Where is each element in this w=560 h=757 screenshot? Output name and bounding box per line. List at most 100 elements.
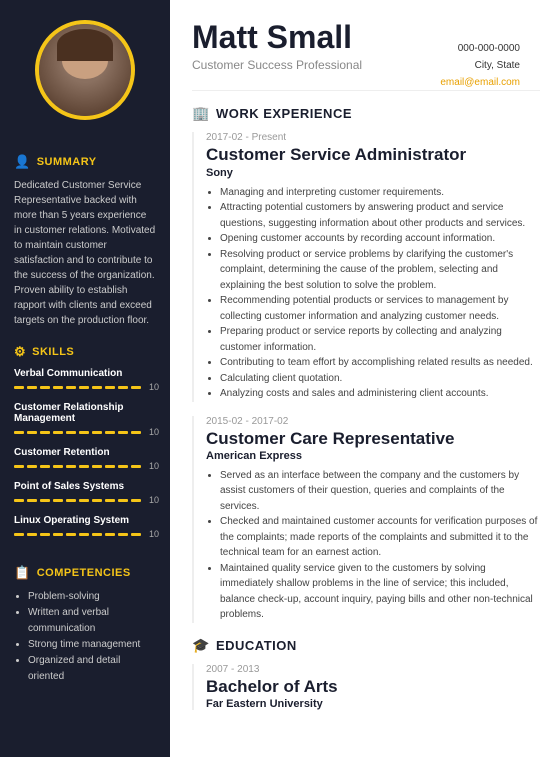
skills-list: Verbal Communication10 Customer Relations… [14,368,156,549]
job-block: 2015-02 - 2017-02 Customer Care Represen… [192,416,540,623]
job-company: Sony [206,167,540,179]
avatar-image [39,24,131,116]
skills-section-title: ⚙ SKILLS [14,344,156,360]
skill-bar: 10 [14,461,156,471]
phone: 000-000-0000 [440,40,520,57]
job-bullets: Served as an interface between the compa… [206,468,540,623]
education-icon: 🎓 [192,637,210,654]
competency-item: Organized and detail oriented [28,653,156,685]
skill-name: Point of Sales Systems [14,481,156,492]
skill-dot [14,465,24,468]
job-bullet: Served as an interface between the compa… [220,468,540,515]
skill-dot [40,431,50,434]
skill-dots [14,431,141,434]
job-bullet: Maintained quality service given to the … [220,561,540,623]
skill-dot [40,533,50,536]
job-block: 2017-02 - Present Customer Service Admin… [192,132,540,401]
skill-dot [40,499,50,502]
skill-dot [66,533,76,536]
skill-bar: 10 [14,427,156,437]
job-bullet: Contributing to team effort by accomplis… [220,355,540,371]
skill-dot [79,431,89,434]
job-bullet: Managing and interpreting customer requi… [220,185,540,201]
briefcase-icon: 🏢 [192,105,210,122]
edu-block: 2007 - 2013 Bachelor of Arts Far Eastern… [192,664,540,710]
skill-dot [27,533,37,536]
skill-item: Verbal Communication10 [14,368,156,392]
job-date: 2015-02 - 2017-02 [206,416,540,427]
job-company: American Express [206,450,540,462]
skills-icon: ⚙ [14,344,26,360]
skill-score: 10 [149,382,159,392]
summary-text: Dedicated Customer Service Representativ… [14,178,156,328]
skill-dot [53,386,63,389]
job-bullets: Managing and interpreting customer requi… [206,185,540,402]
skill-dot [79,533,89,536]
skill-dot [27,431,37,434]
skill-item: Customer Relationship Management 10 [14,402,156,437]
skill-bar: 10 [14,495,156,505]
skill-dot [92,533,102,536]
job-date: 2017-02 - Present [206,132,540,143]
skill-dot [66,499,76,502]
skill-dot [92,386,102,389]
summary-icon: 👤 [14,154,31,170]
edu-degree: Bachelor of Arts [206,677,540,697]
skill-name: Linux Operating System [14,515,156,526]
skill-dot [27,465,37,468]
skill-dot [66,431,76,434]
skill-dot [40,386,50,389]
skill-dot [53,431,63,434]
email: email@email.com [440,74,520,91]
skill-dots [14,386,141,389]
skill-dots [14,533,141,536]
skill-dot [118,431,128,434]
summary-section-title: 👤 SUMMARY [14,154,156,170]
job-bullet: Preparing product or service reports by … [220,324,540,355]
skill-dots [14,499,141,502]
skill-score: 10 [149,529,159,539]
skill-dot [79,465,89,468]
skill-dot [92,499,102,502]
avatar [35,20,135,120]
skill-dot [105,431,115,434]
competency-item: Written and verbal communication [28,605,156,637]
skill-item: Point of Sales Systems 10 [14,481,156,505]
skill-bar: 10 [14,382,156,392]
competencies-icon: 📋 [14,565,31,581]
skill-dot [14,499,24,502]
skill-dot [105,465,115,468]
skill-dot [118,386,128,389]
skill-dot [118,499,128,502]
skill-dot [66,465,76,468]
main-content: Matt Small Customer Success Professional… [170,0,560,757]
skill-score: 10 [149,461,159,471]
job-bullet: Opening customer accounts by recording a… [220,231,540,247]
education-title: 🎓 EDUCATION [192,637,540,654]
skill-dot [131,499,141,502]
skill-dot [105,533,115,536]
skill-dot [131,431,141,434]
skill-dot [118,533,128,536]
location: City, State [440,57,520,74]
competencies-list: Problem-solvingWritten and verbal commun… [14,589,156,685]
skill-dot [105,386,115,389]
job-bullet: Calculating client quotation. [220,371,540,387]
skill-name: Customer Retention [14,447,156,458]
contact-info: 000-000-0000 City, State email@email.com [440,40,520,91]
skill-name: Customer Relationship Management [14,402,156,424]
skill-dot [40,465,50,468]
skill-dot [92,465,102,468]
skill-item: Customer Retention 10 [14,447,156,471]
competency-item: Problem-solving [28,589,156,605]
skill-dot [131,533,141,536]
skill-dot [53,465,63,468]
skill-dot [92,431,102,434]
job-bullet: Resolving product or service problems by… [220,247,540,294]
job-title: Customer Care Representative [206,429,540,449]
skill-dot [27,499,37,502]
skill-dot [118,465,128,468]
skill-dot [14,533,24,536]
skill-dot [131,386,141,389]
skill-item: Linux Operating System 10 [14,515,156,539]
